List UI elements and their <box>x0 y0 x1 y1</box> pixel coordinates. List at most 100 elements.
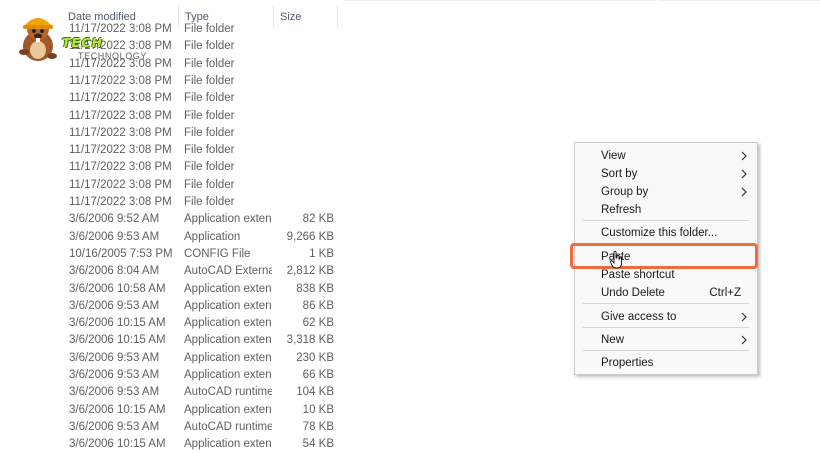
menu-item-undo-delete[interactable]: Undo Delete Ctrl+Z <box>575 284 757 302</box>
menu-item-refresh-label: Refresh <box>601 204 642 216</box>
mouse-cursor-icon <box>610 251 622 269</box>
file-row-size: 3,318 KB <box>286 334 334 347</box>
file-row-date: 11/17/2022 3:08 PM <box>69 74 172 87</box>
chevron-right-icon <box>741 335 747 345</box>
file-row-type: Application extens... <box>184 299 272 312</box>
file-row-date: 11/17/2022 3:08 PM <box>69 92 172 105</box>
file-row[interactable]: 3/6/2006 8:04 AM AutoCAD External ... 2,81… <box>62 263 342 280</box>
file-row-date: 10/16/2005 7:53 PM <box>69 247 173 260</box>
menu-separator <box>583 303 749 304</box>
file-row-date: 11/17/2022 3:08 PM <box>69 196 172 208</box>
menu-item-group-by[interactable]: Group by <box>575 183 757 201</box>
file-row[interactable]: 11/17/2022 3:08 PM File folder <box>62 73 342 90</box>
file-row-type: Application extens... <box>184 213 272 226</box>
file-row-date: 3/6/2006 9:53 AM <box>69 369 160 381</box>
file-row-date: 11/17/2022 3:08 PM <box>69 126 172 139</box>
file-row-date: 3/6/2006 9:53 AM <box>69 420 160 433</box>
file-row[interactable]: 3/6/2006 9:53 AM Application extens... 66 … <box>62 367 342 384</box>
file-row-type: Application <box>184 230 241 243</box>
file-row[interactable]: 3/6/2006 10:15 AM Application extens... 3,… <box>62 332 342 349</box>
file-row-date: 11/17/2022 3:08 PM <box>69 161 172 174</box>
file-row-type: File folder <box>184 144 235 157</box>
menu-separator <box>583 220 749 221</box>
file-row-type: Application extens... <box>184 403 272 416</box>
file-row-type: File folder <box>184 109 235 122</box>
menu-item-undo-delete-shortcut: Ctrl+Z <box>709 287 741 299</box>
file-row-date: 11/17/2022 3:08 PM <box>69 144 172 157</box>
file-row[interactable]: 3/6/2006 10:15 AM Application extens... 10… <box>62 402 342 419</box>
file-row-size: 66 KB <box>302 369 334 381</box>
file-row-date: 3/6/2006 9:53 AM <box>69 230 160 243</box>
logo-text-secondary: TECHNOLOGY <box>78 51 148 61</box>
file-row[interactable]: 11/17/2022 3:08 PM File folder <box>62 159 342 176</box>
menu-item-sort-by[interactable]: Sort by <box>575 165 757 183</box>
menu-item-properties[interactable]: Properties <box>575 354 757 372</box>
menu-item-undo-delete-label: Undo Delete <box>601 287 665 299</box>
file-row-date: 3/6/2006 8:04 AM <box>69 265 160 278</box>
file-row-size: 82 KB <box>302 213 334 226</box>
menu-separator <box>583 327 749 328</box>
menu-item-give-access[interactable]: Give access to <box>575 308 757 326</box>
file-row[interactable]: 11/17/2022 3:08 PM File folder <box>62 177 342 194</box>
file-row-size: 230 KB <box>296 351 334 364</box>
file-row-size: 838 KB <box>296 282 334 295</box>
file-row-type: File folder <box>184 57 235 70</box>
file-row-size: 1 KB <box>309 247 334 260</box>
file-row-date: 3/6/2006 10:15 AM <box>69 334 166 347</box>
file-row[interactable]: 11/17/2022 3:08 PM File folder <box>62 125 342 142</box>
file-row-date: 3/6/2006 10:58 AM <box>69 282 166 295</box>
menu-item-customize-folder[interactable]: Customize this folder... <box>575 224 757 242</box>
menu-item-customize-label: Customize this folder... <box>601 227 718 239</box>
file-row-date: 3/6/2006 9:52 AM <box>69 213 160 226</box>
file-row[interactable]: 11/17/2022 3:08 PM File folder <box>62 194 342 211</box>
file-row[interactable]: 11/17/2022 3:08 PM File folder <box>62 90 342 107</box>
file-row-size: 54 KB <box>302 438 334 451</box>
file-row[interactable]: 3/6/2006 9:53 AM Application 9,266 KB <box>62 229 342 246</box>
file-row-size: 104 KB <box>296 386 334 399</box>
file-row-type: AutoCAD runtime ... <box>184 420 272 433</box>
file-row-size: 78 KB <box>302 420 334 433</box>
file-row[interactable]: 3/6/2006 10:58 AM Application extens... 83… <box>62 281 342 298</box>
file-row-type: CONFIG File <box>184 247 251 260</box>
paste-highlight-box <box>570 243 758 269</box>
menu-item-view-label: View <box>601 150 626 162</box>
file-row-type: Application extens... <box>184 317 272 330</box>
file-row-type: File folder <box>184 161 235 174</box>
file-row[interactable]: 11/17/2022 3:08 PM File folder <box>62 142 342 159</box>
file-row-type: File folder <box>184 40 235 53</box>
file-row[interactable]: 3/6/2006 9:52 AM Application extens... 82 … <box>62 211 342 228</box>
file-row-type: Application extens... <box>184 351 272 364</box>
menu-item-refresh[interactable]: Refresh <box>575 201 757 219</box>
chevron-right-icon <box>741 151 747 161</box>
file-row[interactable]: 3/6/2006 9:53 AM AutoCAD runtime ... 78 KB <box>62 419 342 436</box>
file-row-type: File folder <box>184 92 235 105</box>
menu-item-group-by-label: Group by <box>601 186 649 198</box>
menu-item-new[interactable]: New <box>575 331 757 349</box>
beaver-mascot-icon <box>19 18 57 61</box>
file-row[interactable]: 11/17/2022 3:08 PM File folder <box>62 108 342 125</box>
file-row-size: 62 KB <box>302 317 334 330</box>
file-row-date: 3/6/2006 10:15 AM <box>69 438 166 451</box>
chevron-right-icon <box>741 169 747 179</box>
top-border-line <box>345 0 657 1</box>
menu-item-view[interactable]: View <box>575 147 757 165</box>
file-row-type: File folder <box>184 178 235 191</box>
file-row[interactable]: 3/6/2006 10:15 AM Application extens... 54… <box>62 436 342 453</box>
file-row[interactable]: 10/16/2005 7:53 PM CONFIG File 1 KB <box>62 246 342 263</box>
file-row-type: Application extens... <box>184 282 272 295</box>
file-row-type: AutoCAD runtime ... <box>184 386 272 399</box>
top-border-line-right <box>660 0 820 1</box>
file-row[interactable]: 3/6/2006 9:53 AM Application extens... 86 … <box>62 298 342 315</box>
file-row-type: File folder <box>184 23 235 35</box>
chevron-right-icon <box>741 312 747 322</box>
file-row-date: 3/6/2006 10:15 AM <box>69 403 166 416</box>
file-row[interactable]: 3/6/2006 10:15 AM Application extens... 62… <box>62 315 342 332</box>
file-row-size: 10 KB <box>302 403 334 416</box>
file-row-type: File folder <box>184 126 235 139</box>
file-row-date: 3/6/2006 9:53 AM <box>69 386 160 399</box>
menu-item-new-label: New <box>601 334 625 346</box>
file-row-type: Application extens... <box>184 334 272 347</box>
logo-text-primary: TECH <box>62 36 104 50</box>
file-row[interactable]: 3/6/2006 9:53 AM Application extens... 230… <box>62 350 342 367</box>
file-row[interactable]: 3/6/2006 9:53 AM AutoCAD runtime ... 104 K… <box>62 384 342 401</box>
